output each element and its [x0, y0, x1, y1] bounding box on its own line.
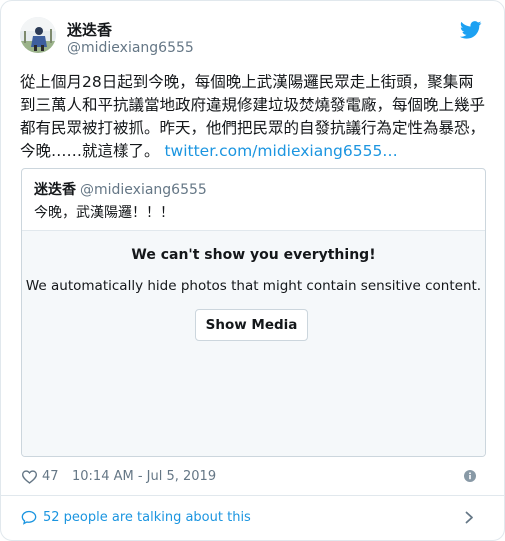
tweet-link[interactable]: twitter.com/midiexiang6555…	[164, 142, 397, 160]
sensitive-description: We automatically hide photos that might …	[25, 278, 482, 294]
show-media-button[interactable]: Show Media	[195, 309, 308, 341]
timestamp[interactable]: 10:14 AM - Jul 5, 2019	[72, 469, 216, 484]
quote-header: 迷迭香 @midiexiang6555	[34, 179, 207, 199]
quote-text: 今晚，武漢陽邏！！！	[34, 205, 174, 221]
quote-author-handle: @midiexiang6555	[80, 182, 207, 198]
like-count[interactable]: 47	[42, 469, 59, 484]
tweet-text: 從上個月28日起到今晚，每個晚上武漢陽邏民眾走上街頭，聚集兩到三萬人和平抗議當地…	[20, 71, 488, 163]
author-handle[interactable]: @midiexiang6555	[67, 40, 194, 56]
author-name[interactable]: 迷迭香	[67, 19, 112, 40]
avatar-image	[20, 17, 56, 53]
info-icon[interactable]	[464, 470, 476, 482]
quote-author-name: 迷迭香	[34, 182, 76, 198]
talking-label[interactable]: 52 people are talking about this	[43, 510, 251, 525]
divider	[1, 495, 504, 496]
tweet-meta: 47 10:14 AM - Jul 5, 2019	[21, 468, 481, 486]
heart-icon[interactable]	[21, 469, 38, 484]
sensitive-title: We can't show you everything!	[131, 247, 376, 263]
twitter-bird-icon[interactable]	[460, 21, 482, 39]
tweet-embed-card: 迷迭香 @midiexiang6555 從上個月28日起到今晚，每個晚上武漢陽邏…	[0, 0, 505, 541]
chevron-right-icon[interactable]	[465, 511, 474, 524]
conversation-link[interactable]: 52 people are talking about this	[21, 509, 481, 527]
sensitive-media-notice: We can't show you everything! We automat…	[22, 230, 485, 456]
avatar[interactable]	[20, 17, 56, 53]
speech-bubble-icon	[21, 510, 37, 525]
quoted-tweet[interactable]: 迷迭香 @midiexiang6555 今晚，武漢陽邏！！！ We can't s…	[21, 168, 486, 457]
